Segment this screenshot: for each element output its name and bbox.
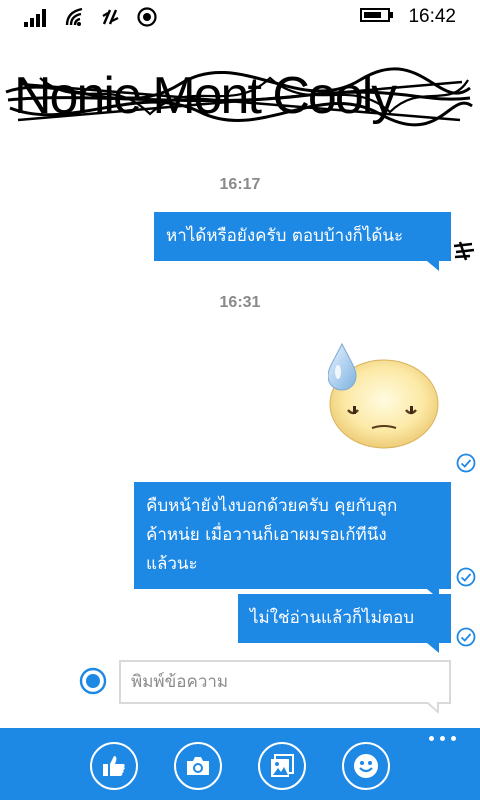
message-timestamp: 16:31 bbox=[219, 294, 261, 311]
message-text-line: ค้าหน่ย เมื่อวานก็เอาผมรอเก้ทีนึง bbox=[146, 525, 387, 545]
sweat-face-sticker[interactable] bbox=[328, 342, 440, 450]
app-bar bbox=[0, 728, 480, 800]
sim-select-radio[interactable] bbox=[79, 667, 107, 695]
sent-check-icon bbox=[456, 453, 476, 473]
status-clock: 16:42 bbox=[408, 6, 456, 27]
photo-gallery-button[interactable] bbox=[258, 742, 306, 790]
scribble-mark-icon bbox=[453, 241, 475, 261]
emoji-button[interactable] bbox=[342, 742, 390, 790]
message-text-line: แล้วนะ bbox=[146, 554, 198, 574]
conversation-title: Nonie Mont Cooly bbox=[0, 62, 480, 142]
message-text-line: คืบหน้ายังไงบอกด้วยครับ คุยกับลูก bbox=[146, 496, 398, 516]
scribble-overlay bbox=[5, 67, 473, 127]
message-bubble-sent[interactable]: ไม่ใช่อ่านแล้วก็ไม่ตอบ bbox=[238, 594, 451, 653]
message-compose-box[interactable] bbox=[119, 660, 451, 704]
photo-gallery-icon bbox=[271, 754, 294, 777]
message-text: ไม่ใช่อ่านแล้วก็ไม่ตอบ bbox=[250, 608, 414, 628]
data-sync-icon bbox=[100, 6, 122, 32]
message-input[interactable] bbox=[121, 662, 449, 702]
signal-icon bbox=[22, 6, 50, 32]
wifi-icon bbox=[64, 6, 86, 32]
camera-icon bbox=[187, 757, 209, 775]
battery-icon bbox=[360, 7, 394, 27]
like-icon bbox=[103, 756, 125, 776]
sent-check-icon bbox=[456, 567, 476, 587]
message-bubble-sent[interactable]: หาได้หรือยังครับ ตอบบ้างก็ได้นะ bbox=[154, 212, 451, 271]
emoji-icon bbox=[354, 754, 378, 778]
message-bubble-sent[interactable]: คืบหน้ายังไงบอกด้วยครับ คุยกับลูก ค้าหน่… bbox=[134, 482, 451, 599]
sent-check-icon bbox=[456, 627, 476, 647]
camera-button[interactable] bbox=[174, 742, 222, 790]
status-bar: 16:42 bbox=[0, 0, 480, 34]
compose-tail-inner bbox=[427, 701, 437, 710]
message-timestamp: 16:17 bbox=[219, 176, 261, 193]
message-text: หาได้หรือยังครับ ตอบบ้างก็ได้นะ bbox=[166, 226, 404, 246]
location-icon bbox=[136, 6, 158, 32]
like-button[interactable] bbox=[90, 742, 138, 790]
more-dots-icon[interactable] bbox=[429, 736, 456, 741]
